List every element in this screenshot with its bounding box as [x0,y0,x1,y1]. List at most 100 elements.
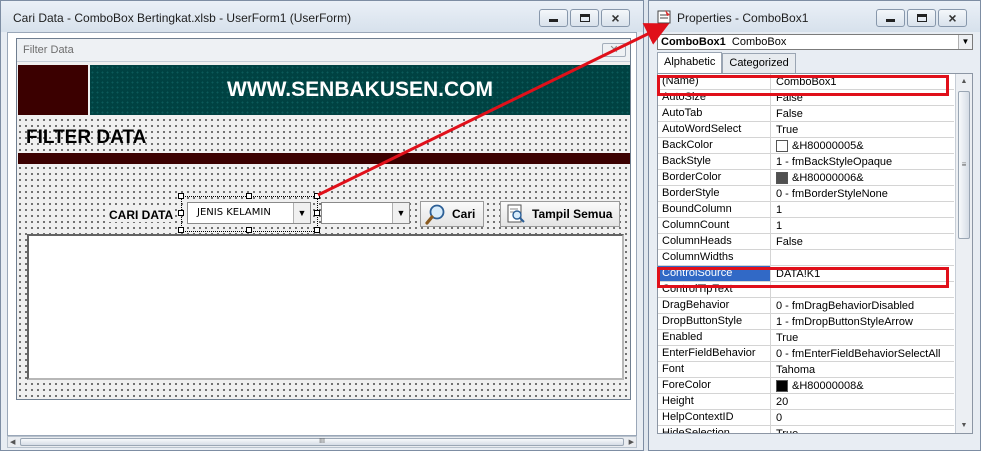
property-name: HelpContextID [658,410,771,425]
property-value[interactable]: False [772,234,954,249]
properties-tabs: Alphabetic Categorized [657,52,796,73]
property-row[interactable]: BoundColumn 1 [658,202,954,218]
property-value-text: False [776,236,803,248]
property-value[interactable] [772,250,954,265]
name-row-highlight [657,75,949,96]
maximize-icon [916,14,927,22]
scroll-right-icon[interactable]: ▶ [629,438,634,446]
property-name: Height [658,394,771,409]
resize-handle[interactable] [314,227,320,233]
scroll-up-icon[interactable]: ▲ [956,74,972,89]
resize-handle[interactable] [314,193,320,199]
property-name: EnterFieldBehavior [658,346,771,361]
property-value[interactable]: 1 [772,202,954,217]
property-row[interactable]: HideSelection True [658,426,954,433]
property-row[interactable]: ForeColor &H80000008& [658,378,954,394]
minimize-icon [886,18,895,22]
property-value[interactable]: True [772,122,954,137]
tampil-semua-button[interactable]: Tampil Semua [500,201,620,227]
chevron-down-icon[interactable]: ▼ [958,35,972,49]
property-value-text: True [776,124,799,136]
resize-handle[interactable] [314,210,320,216]
property-value-text: 1 [776,220,783,232]
property-row[interactable]: Enabled True [658,330,954,346]
scroll-left-icon[interactable]: ◀ [10,438,15,446]
combobox2[interactable]: ▼ [321,202,410,224]
maroon-logo-block[interactable] [18,65,88,115]
property-row[interactable]: BackStyle 1 - fmBackStyleOpaque [658,154,954,170]
userform-window: Cari Data - ComboBox Bertingkat.xlsb - U… [0,0,644,451]
search-label[interactable]: CARI DATA [107,208,176,222]
document-search-icon [507,204,525,223]
object-selector[interactable]: ComboBox1 ComboBox ▼ [657,34,973,50]
property-row[interactable]: DragBehavior 0 - fmDragBehaviorDisabled [658,298,954,314]
property-value[interactable]: Tahoma [772,362,954,377]
property-value[interactable]: &H80000006& [772,170,954,185]
property-row[interactable]: ColumnWidths [658,250,954,266]
property-row[interactable]: Height 20 [658,394,954,410]
property-row[interactable]: BorderStyle 0 - fmBorderStyleNone [658,186,954,202]
object-selector-value: ComboBox1 ComboBox [661,36,786,48]
property-value[interactable]: 0 - fmBorderStyleNone [772,186,954,201]
minimize-button[interactable] [539,9,568,27]
color-swatch-icon [776,140,788,152]
banner-label[interactable]: WWW.SENBAKUSEN.COM [90,65,630,115]
property-value[interactable]: 0 - fmEnterFieldBehaviorSelectAll [772,346,954,361]
property-row[interactable]: ColumnHeads False [658,234,954,250]
scroll-thumb[interactable]: III [20,438,624,446]
scroll-thumb[interactable]: ≡ [958,91,970,239]
maximize-button[interactable] [907,9,936,27]
property-value[interactable]: True [772,330,954,345]
property-value[interactable]: True [772,426,954,433]
chevron-down-icon[interactable]: ▼ [392,203,409,223]
close-button[interactable]: × [938,9,967,27]
resize-handle[interactable] [178,193,184,199]
close-button[interactable]: × [601,9,630,27]
tab-categorized[interactable]: Categorized [722,53,796,73]
result-listbox[interactable] [27,234,624,380]
property-row[interactable]: AutoTab False [658,106,954,122]
properties-titlebar[interactable]: Properties - ComboBox1 × [649,1,980,32]
property-row[interactable]: DropButtonStyle 1 - fmDropButtonStyleArro… [658,314,954,330]
userform-titlebar[interactable]: Cari Data - ComboBox Bertingkat.xlsb - U… [1,1,643,32]
property-row[interactable]: AutoWordSelect True [658,122,954,138]
property-value[interactable]: 1 - fmBackStyleOpaque [772,154,954,169]
maximize-button[interactable] [570,9,599,27]
property-row[interactable]: BorderColor &H80000006& [658,170,954,186]
scroll-down-icon[interactable]: ▼ [956,418,972,433]
resize-handle[interactable] [178,227,184,233]
property-value[interactable]: 0 [772,410,954,425]
minimize-button[interactable] [876,9,905,27]
resize-handle[interactable] [246,227,252,233]
property-name: Font [658,362,771,377]
property-value[interactable]: False [772,106,954,121]
combobox1[interactable]: JENIS KELAMIN ▼ [187,202,311,224]
userform-design-surface[interactable]: Filter Data ✕ WWW.SENBAKUSEN.COM FILTER … [16,38,631,400]
cari-button[interactable]: Cari [420,201,484,227]
chevron-down-icon[interactable]: ▼ [293,203,310,223]
property-name: Enabled [658,330,771,345]
property-row[interactable]: Font Tahoma [658,362,954,378]
property-row[interactable]: EnterFieldBehavior 0 - fmEnterFieldBehavi… [658,346,954,362]
resize-handle[interactable] [246,193,252,199]
property-row[interactable]: ColumnCount 1 [658,218,954,234]
property-value-text: Tahoma [776,364,816,376]
property-value[interactable]: 1 [772,218,954,233]
horizontal-scrollbar[interactable]: ◀ III ▶ [7,436,637,448]
tampil-semua-label: Tampil Semua [532,207,613,221]
property-value[interactable]: 0 - fmDragBehaviorDisabled [772,298,954,313]
property-value[interactable]: &H80000005& [772,138,954,153]
maroon-divider[interactable] [18,153,630,164]
property-row[interactable]: BackColor &H80000005& [658,138,954,154]
property-value-text: 1 - fmDropButtonStyleArrow [776,316,913,328]
property-value[interactable]: 1 - fmDropButtonStyleArrow [772,314,954,329]
tab-alphabetic[interactable]: Alphabetic [657,52,723,73]
resize-handle[interactable] [178,210,184,216]
vertical-scrollbar[interactable]: ▲ ≡ ▼ [955,74,972,433]
property-row[interactable]: HelpContextID 0 [658,410,954,426]
filter-heading[interactable]: FILTER DATA [26,127,146,149]
property-value[interactable]: &H80000008& [772,378,954,393]
property-value-text: &H80000005& [792,140,864,152]
magnifier-icon [425,204,445,225]
property-value[interactable]: 20 [772,394,954,409]
